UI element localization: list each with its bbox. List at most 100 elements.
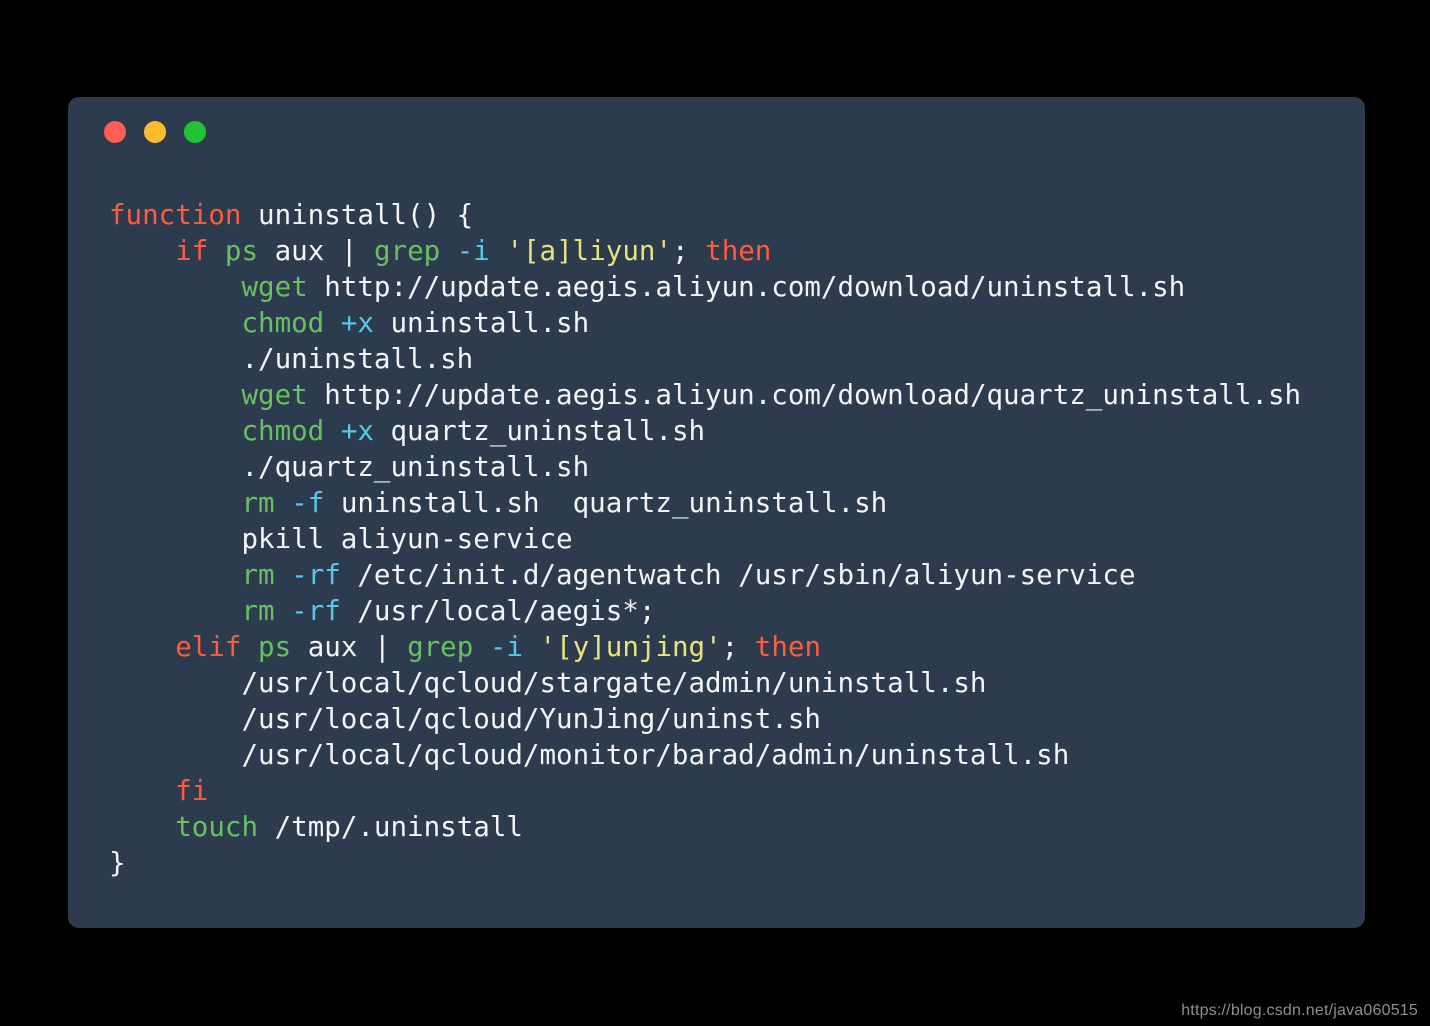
- code-token: rm: [241, 559, 275, 591]
- code-line: fi: [109, 773, 1355, 809]
- code-token: fi: [175, 775, 209, 807]
- code-line: function uninstall() {: [109, 197, 1355, 233]
- code-token: if: [175, 235, 209, 267]
- code-token: }: [109, 847, 126, 879]
- code-token: function: [109, 199, 242, 231]
- code-token: -rf: [291, 559, 341, 591]
- code-token: uninstall.sh: [373, 307, 590, 339]
- code-token: /tmp/.uninstall: [258, 811, 523, 843]
- code-line: /usr/local/qcloud/stargate/admin/uninsta…: [109, 665, 1355, 701]
- code-token: http://update.aegis.aliyun.com/download/…: [307, 271, 1186, 303]
- code-token: ./uninstall.sh: [241, 343, 474, 375]
- code-token: uninstall.sh quartz_uninstall.sh: [324, 487, 888, 519]
- code-line: if ps aux | grep -i '[a]liyun'; then: [109, 233, 1355, 269]
- code-token: '[y]unjing': [539, 631, 722, 663]
- code-token: '[a]liyun': [506, 235, 673, 267]
- bash-code-block[interactable]: function uninstall() { if ps aux | grep …: [109, 197, 1355, 881]
- code-token: chmod: [241, 415, 325, 447]
- code-line: rm -rf /etc/init.d/agentwatch /usr/sbin/…: [109, 557, 1355, 593]
- code-token: ./quartz_uninstall.sh: [241, 451, 590, 483]
- code-token: elif: [175, 631, 242, 663]
- code-token: ps: [258, 631, 292, 663]
- code-token: -i: [489, 631, 523, 663]
- code-token: -f: [291, 487, 325, 519]
- minimize-window-icon[interactable]: [144, 121, 166, 143]
- code-token: -rf: [291, 595, 341, 627]
- code-token: then: [754, 631, 822, 663]
- window-controls: [104, 121, 206, 143]
- code-token: /etc/init.d/agentwatch /usr/sbin/aliyun-…: [340, 559, 1136, 591]
- code-token: /usr/local/qcloud/YunJing/uninst.sh: [241, 703, 821, 735]
- code-token: wget: [241, 271, 308, 303]
- code-token: quartz_uninstall.sh: [373, 415, 706, 447]
- code-line: chmod +x uninstall.sh: [109, 305, 1355, 341]
- code-line: ./quartz_uninstall.sh: [109, 449, 1355, 485]
- watermark: https://blog.csdn.net/java060515: [1181, 1002, 1418, 1019]
- code-line: wget http://update.aegis.aliyun.com/down…: [109, 377, 1355, 413]
- maximize-window-icon[interactable]: [184, 121, 206, 143]
- code-token: /usr/local/qcloud/stargate/admin/uninsta…: [241, 667, 987, 699]
- terminal-window: function uninstall() { if ps aux | grep …: [68, 97, 1365, 928]
- code-token: grep: [373, 235, 441, 267]
- code-line: }: [109, 845, 1355, 881]
- code-token: aux |: [291, 631, 408, 663]
- code-line: /usr/local/qcloud/monitor/barad/admin/un…: [109, 737, 1355, 773]
- code-line: ./uninstall.sh: [109, 341, 1355, 377]
- code-token: ;: [721, 631, 755, 663]
- code-token: uninstall() {: [241, 199, 474, 231]
- code-token: then: [705, 235, 772, 267]
- code-token: rm: [241, 595, 275, 627]
- code-line: elif ps aux | grep -i '[y]unjing'; then: [109, 629, 1355, 665]
- code-token: wget: [241, 379, 308, 411]
- code-token: aux |: [258, 235, 374, 267]
- code-token: grep: [407, 631, 474, 663]
- code-line: /usr/local/qcloud/YunJing/uninst.sh: [109, 701, 1355, 737]
- code-line: wget http://update.aegis.aliyun.com/down…: [109, 269, 1355, 305]
- code-token: /usr/local/aegis*;: [340, 595, 656, 627]
- code-token: +x: [340, 307, 374, 339]
- close-window-icon[interactable]: [104, 121, 126, 143]
- code-line: pkill aliyun-service: [109, 521, 1355, 557]
- code-line: rm -rf /usr/local/aegis*;: [109, 593, 1355, 629]
- code-token: ;: [672, 235, 706, 267]
- code-token: http://update.aegis.aliyun.com/download/…: [307, 379, 1302, 411]
- code-token: chmod: [241, 307, 325, 339]
- code-token: rm: [241, 487, 275, 519]
- code-line: touch /tmp/.uninstall: [109, 809, 1355, 845]
- code-line: chmod +x quartz_uninstall.sh: [109, 413, 1355, 449]
- code-token: ps: [224, 235, 259, 267]
- code-area: function uninstall() { if ps aux | grep …: [109, 197, 1355, 918]
- code-token: -i: [456, 235, 490, 267]
- code-token: pkill aliyun-service: [241, 523, 573, 555]
- code-line: rm -f uninstall.sh quartz_uninstall.sh: [109, 485, 1355, 521]
- code-token: /usr/local/qcloud/monitor/barad/admin/un…: [241, 739, 1070, 771]
